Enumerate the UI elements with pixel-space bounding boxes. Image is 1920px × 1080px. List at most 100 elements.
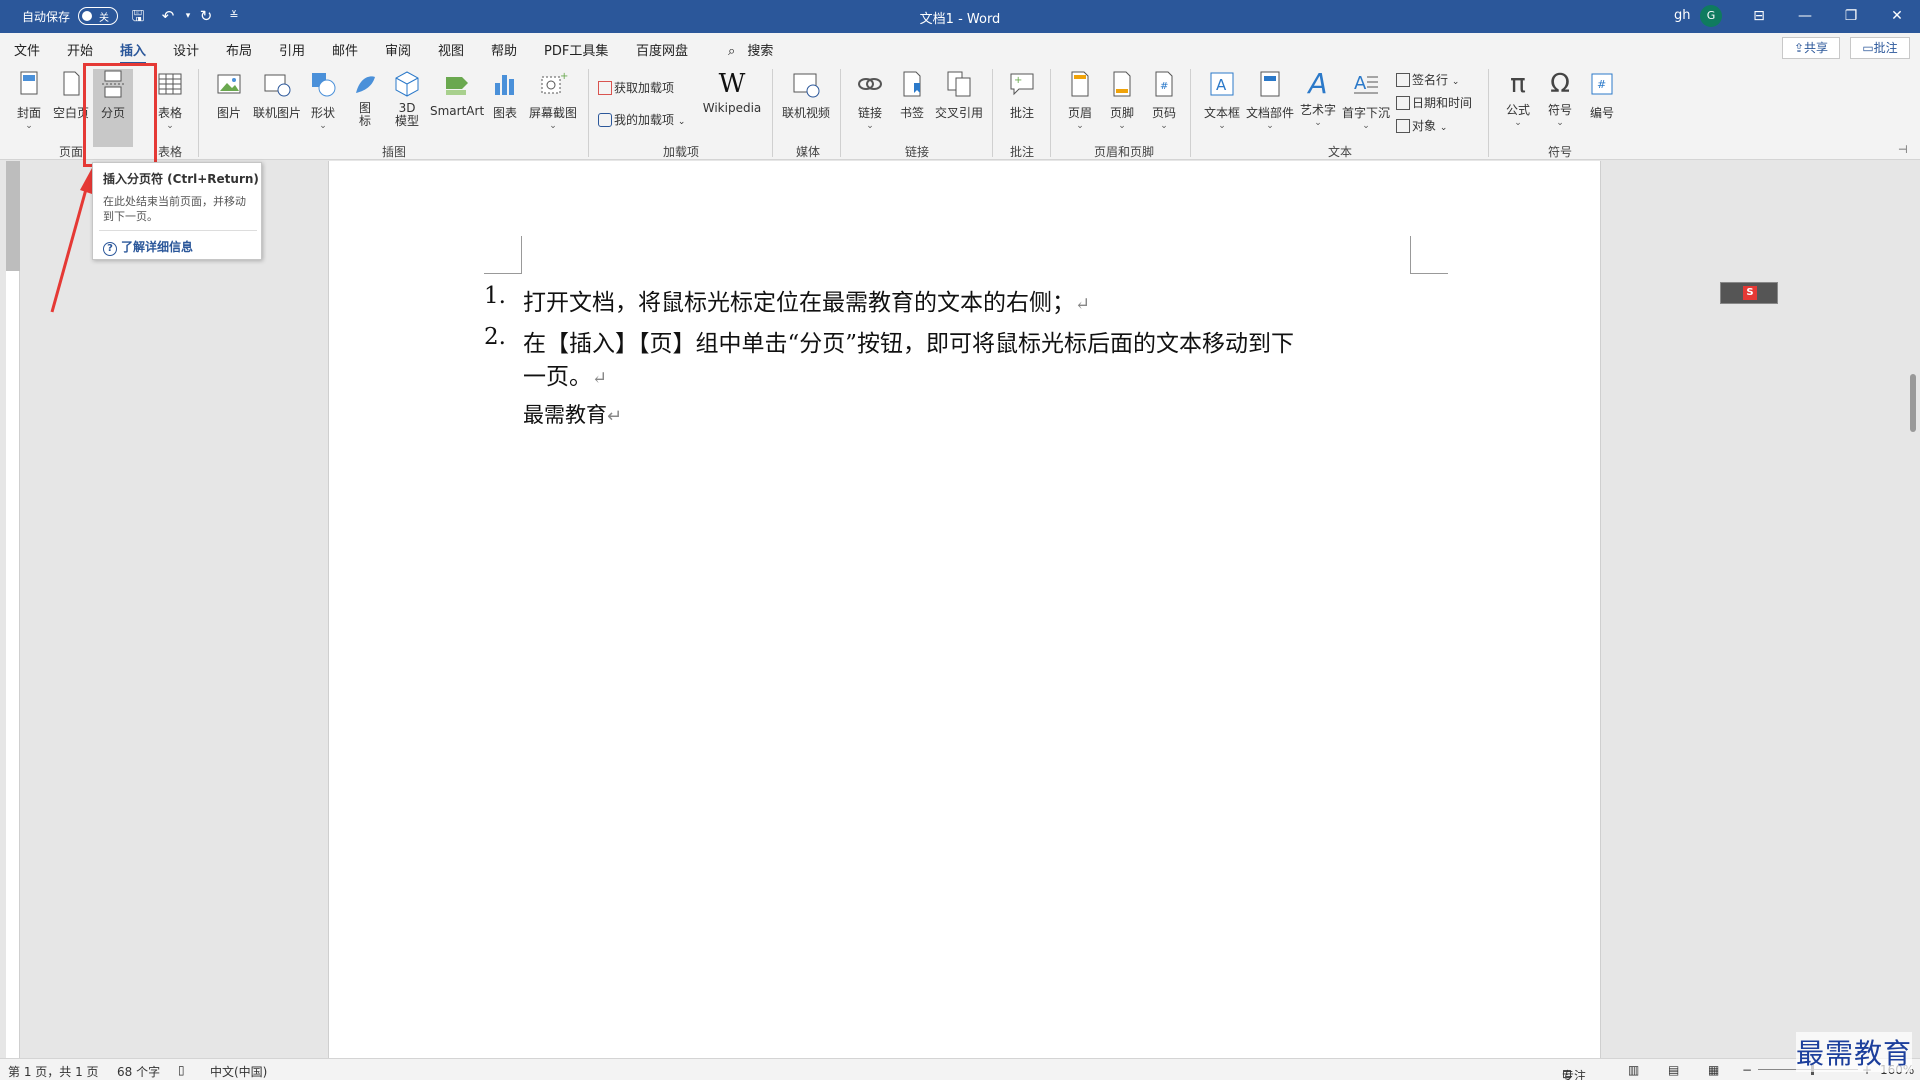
watermark: 最需教育 <box>1796 1032 1913 1072</box>
highlight-box <box>83 63 157 167</box>
date-time-button[interactable]: 日期和时间 <box>1396 94 1472 111</box>
3d-models-button[interactable]: 3D 模型 <box>392 69 422 128</box>
list-item[interactable]: 1. <box>484 283 506 309</box>
save-icon[interactable]: 🖫 <box>128 6 148 26</box>
bookmark-button[interactable]: 书签 <box>896 69 928 121</box>
object-button[interactable]: 对象 ⌄ <box>1396 117 1447 134</box>
comments-button[interactable]: ▭批注 <box>1850 37 1910 59</box>
cross-reference-button[interactable]: 交叉引用 <box>934 69 984 121</box>
equation-button[interactable]: π 公式 ⌄ <box>1500 69 1536 128</box>
vertical-scrollbar[interactable] <box>1910 374 1916 432</box>
addin-icon <box>598 113 612 127</box>
new-comment-button[interactable]: + 批注 <box>1004 69 1040 121</box>
search-box[interactable]: ⌕ 搜索 <box>728 40 773 59</box>
drop-cap-icon: A <box>1354 73 1378 94</box>
undo-dropdown-icon[interactable]: ▾ <box>178 6 198 26</box>
cover-page-button[interactable]: 封面 ⌄ <box>12 69 46 131</box>
online-picture-button[interactable]: 联机图片 <box>250 69 304 121</box>
web-layout-icon[interactable]: ▦ <box>1708 1063 1719 1077</box>
tab-design[interactable]: 设计 <box>173 40 199 59</box>
wordart-button[interactable]: A 艺术字 ⌄ <box>1298 69 1338 129</box>
tab-home[interactable]: 开始 <box>67 40 93 59</box>
avatar[interactable]: G <box>1700 5 1722 27</box>
my-addins-button[interactable]: 我的加载项 ⌄ <box>598 111 685 128</box>
tab-help[interactable]: 帮助 <box>491 40 517 59</box>
symbol-button[interactable]: Ω 符号 ⌄ <box>1542 69 1578 128</box>
ribbon-display-icon[interactable]: ⊟ <box>1736 0 1782 33</box>
chevron-down-icon: ⌄ <box>1451 77 1460 87</box>
paragraph-mark: ↵ <box>607 406 623 427</box>
share-label: 共享 <box>1804 41 1829 55</box>
user-name[interactable]: gh <box>1674 8 1691 23</box>
list-item[interactable]: 2. <box>484 324 506 350</box>
list-number: 1. <box>484 283 506 309</box>
screenshot-icon: + <box>541 71 568 94</box>
shapes-button[interactable]: 形状 ⌄ <box>308 69 338 131</box>
icons-icon <box>356 76 375 93</box>
language[interactable]: 中文(中国) <box>210 1063 267 1080</box>
numbering-button[interactable]: # 编号 <box>1584 69 1620 121</box>
minimize-icon[interactable]: — <box>1782 0 1828 33</box>
customize-qat-icon[interactable]: ≚ <box>224 6 244 26</box>
quick-parts-button[interactable]: 文档部件 ⌄ <box>1246 69 1294 131</box>
vertical-ruler[interactable] <box>6 161 20 1058</box>
chevron-down-icon: ⌄ <box>677 117 686 127</box>
restore-icon[interactable]: ❐ <box>1828 0 1874 33</box>
tab-references[interactable]: 引用 <box>279 40 305 59</box>
list-item-text[interactable]: 在【插入】【页】组中单击“分页”按钮，即可将鼠标光标后面的文本移动到下 <box>523 324 1294 358</box>
tab-review[interactable]: 审阅 <box>385 40 411 59</box>
table-button[interactable]: 表格 ⌄ <box>153 69 187 131</box>
tab-insert[interactable]: 插入 <box>120 40 147 65</box>
page-count[interactable]: 第 1 页，共 1 页 <box>8 1063 99 1080</box>
page-number-button[interactable]: # 页码 ⌄ <box>1148 69 1180 131</box>
zoom-out-icon[interactable]: − <box>1742 1063 1752 1077</box>
textbox-button[interactable]: A 文本框 ⌄ <box>1202 69 1242 131</box>
icons-button[interactable]: 图 标 <box>350 69 380 128</box>
chevron-down-icon: ⌄ <box>319 121 327 131</box>
autosave-toggle[interactable]: 关 <box>78 7 118 25</box>
picture-button[interactable]: 图片 <box>212 69 246 121</box>
get-addins-button[interactable]: 获取加载项 <box>598 79 674 96</box>
tab-view[interactable]: 视图 <box>438 40 464 59</box>
chart-button[interactable]: 图表 <box>489 69 521 121</box>
tab-layout[interactable]: 布局 <box>226 40 252 59</box>
screenshot-button[interactable]: + 屏幕截图 ⌄ <box>527 69 579 131</box>
paragraph[interactable]: 最需教育↵ <box>523 399 622 429</box>
signature-line-button[interactable]: 签名行 ⌄ <box>1396 71 1459 88</box>
quick-parts-label: 文档部件 <box>1246 106 1295 120</box>
chevron-down-icon: ⌄ <box>1439 123 1448 133</box>
share-button[interactable]: ⇪共享 <box>1782 37 1840 59</box>
collapse-ribbon-icon[interactable]: ⊣ <box>1898 143 1908 156</box>
link-button[interactable]: 链接 ⌄ <box>854 69 886 131</box>
footer-button[interactable]: 页脚 ⌄ <box>1106 69 1138 131</box>
divider <box>588 69 589 157</box>
undo-icon[interactable]: ↶ <box>158 6 178 26</box>
online-video-label: 联机视频 <box>781 106 830 120</box>
tab-pdf-tools[interactable]: PDF工具集 <box>544 40 608 59</box>
smartart-button[interactable]: SmartArt <box>430 69 484 118</box>
wordart-label: 艺术字 <box>1299 103 1336 117</box>
word-count[interactable]: 68 个字 <box>117 1063 160 1080</box>
ime-toolbar[interactable]: S <box>1720 282 1778 304</box>
document-page[interactable]: 1. 打开文档，将鼠标光标定位在最需教育的文本的右侧；↵ 2. 在【插入】【页】… <box>328 161 1601 1058</box>
signature-icon <box>1396 73 1410 87</box>
online-video-button[interactable]: 联机视频 <box>780 69 832 121</box>
redo-icon[interactable]: ↻ <box>196 6 216 26</box>
list-item-text[interactable]: 一页。↵ <box>523 357 607 391</box>
learn-more-link[interactable]: ? 了解详细信息 <box>103 238 193 256</box>
tab-mailings[interactable]: 邮件 <box>332 40 358 59</box>
chevron-down-icon: ⌄ <box>866 121 874 131</box>
drop-cap-button[interactable]: A 首字下沉 ⌄ <box>1342 69 1390 131</box>
proofing-icon[interactable]: ▯ <box>178 1063 185 1077</box>
print-layout-icon[interactable]: ▤ <box>1668 1063 1679 1077</box>
divider <box>1190 69 1191 157</box>
wikipedia-button[interactable]: W Wikipedia <box>700 69 764 115</box>
header-button[interactable]: 页眉 ⌄ <box>1064 69 1096 131</box>
close-icon[interactable]: ✕ <box>1874 0 1920 33</box>
tab-file[interactable]: 文件 <box>14 40 40 59</box>
read-mode-icon[interactable]: ▥ <box>1628 1063 1639 1077</box>
list-item-text[interactable]: 打开文档，将鼠标光标定位在最需教育的文本的右侧；↵ <box>523 283 1090 317</box>
tab-baidu-netdisk[interactable]: 百度网盘 <box>636 40 688 59</box>
quick-parts-icon <box>1260 71 1280 97</box>
help-icon: ? <box>103 242 117 256</box>
